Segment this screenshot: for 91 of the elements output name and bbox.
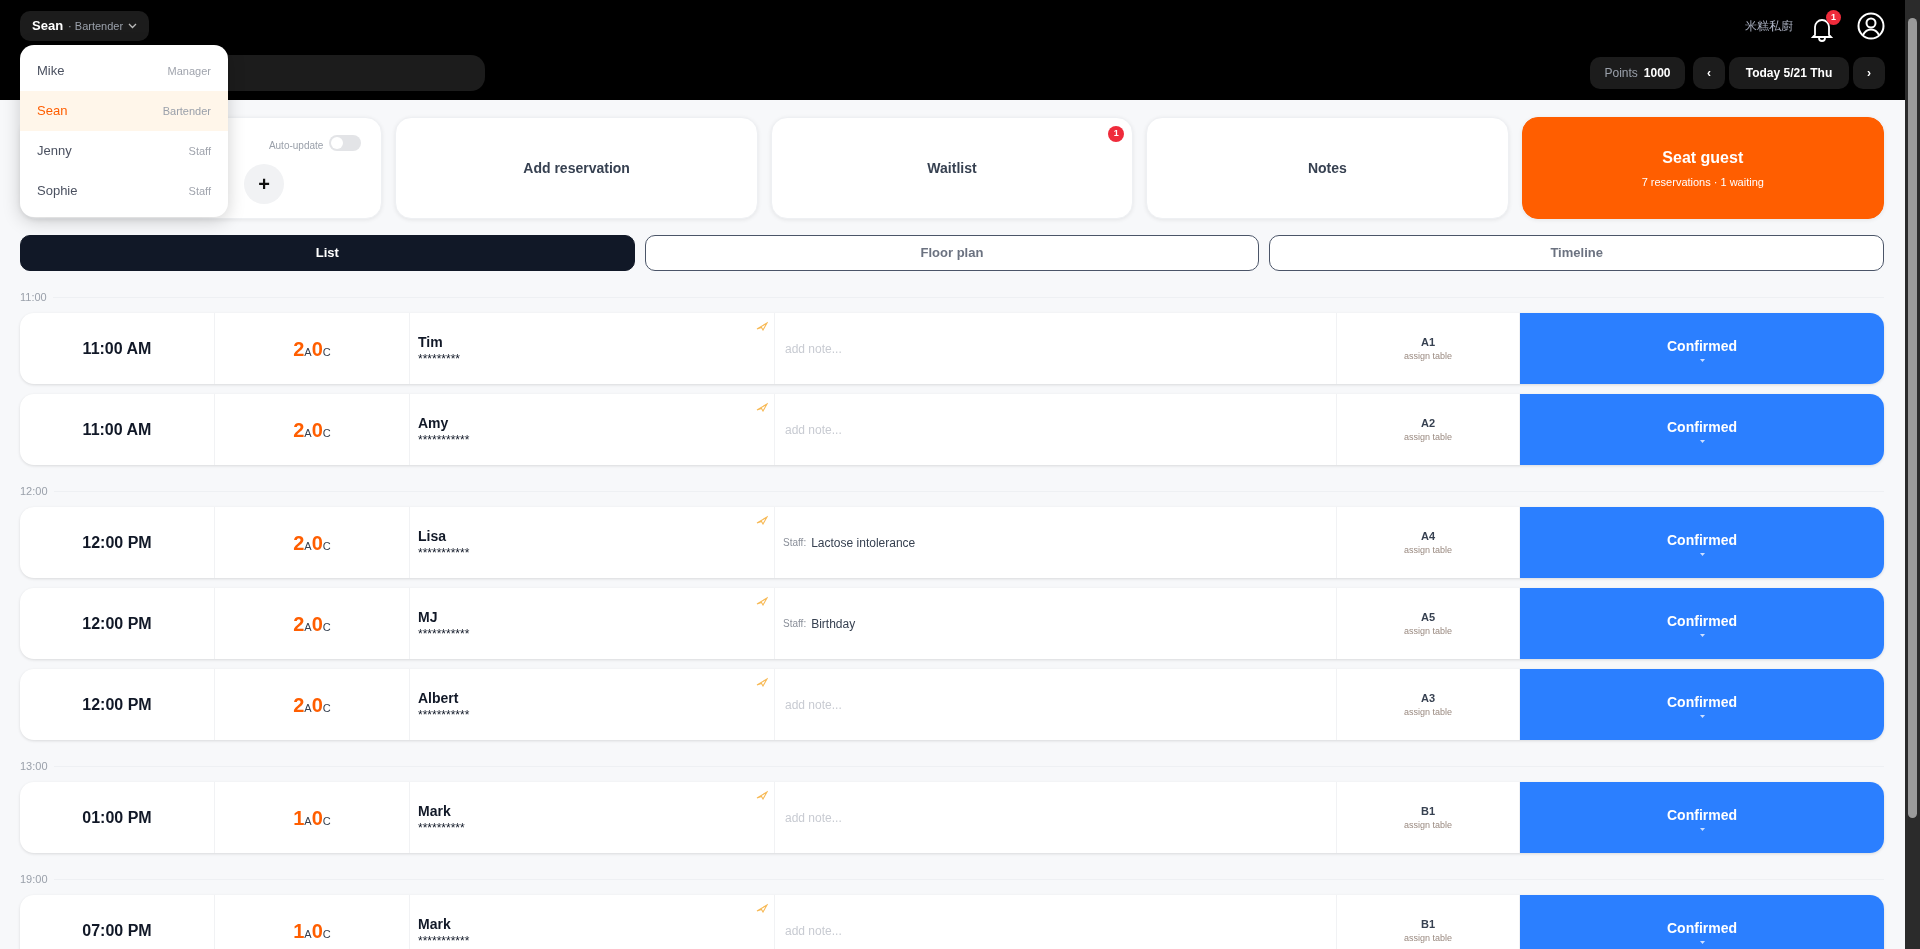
table-number: A5	[1420, 609, 1436, 625]
phone-number: ***********	[418, 709, 470, 721]
phone-number: *********	[418, 353, 461, 365]
action-button[interactable]: Add reservation	[395, 117, 758, 219]
party-size: 2A0C	[293, 611, 331, 637]
reservation-time: 12:00 PM	[82, 694, 152, 715]
assign-table-link[interactable]: assign table	[1403, 431, 1452, 445]
caret-icon	[1699, 714, 1705, 718]
caret-icon	[1699, 633, 1705, 637]
notification-button[interactable]: 1	[1809, 10, 1841, 42]
table-number: A1	[1420, 334, 1436, 350]
bell-icon	[1809, 16, 1835, 42]
hour-label: 12:00	[20, 483, 48, 499]
note-author: Staff:	[783, 536, 807, 550]
menu-item[interactable]: Jenny Staff	[20, 131, 228, 171]
party-size: 2A0C	[293, 417, 331, 443]
next-day-button[interactable]: ›	[1853, 57, 1885, 89]
scrollbar[interactable]	[1905, 0, 1920, 949]
assign-table-link[interactable]: assign table	[1403, 544, 1452, 558]
assign-table-link[interactable]: assign table	[1403, 625, 1452, 639]
reservation-time: 12:00 PM	[82, 532, 152, 553]
status-button[interactable]: Confirmed	[1520, 588, 1884, 659]
note-author: Staff:	[783, 617, 807, 631]
party-size: 1A0C	[293, 805, 331, 831]
caret-icon	[1699, 552, 1705, 556]
party-size: 2A0C	[293, 336, 331, 362]
points-display: Points 1000	[1590, 57, 1685, 89]
toggle-label: Auto-update	[268, 139, 324, 153]
hour-label: 19:00	[20, 871, 48, 887]
guest-name: Mark	[418, 915, 451, 934]
phone-number: ***********	[418, 434, 470, 446]
guest-name: Amy	[418, 414, 449, 433]
note-text: Birthday	[811, 615, 856, 633]
add-button[interactable]: +	[244, 164, 284, 204]
assign-table-link[interactable]: assign table	[1403, 819, 1452, 833]
reservation-time: 11:00 AM	[82, 419, 152, 440]
status-button[interactable]: Confirmed	[1520, 507, 1884, 578]
party-size: 1A0C	[293, 918, 331, 944]
reservation-row[interactable]: 12:00 PM 2A0C Lisa *********** Staff: Lactose intolerance A4 assign table Confirmed	[20, 507, 1884, 578]
guest-name: MJ	[418, 608, 438, 627]
status-button[interactable]: Confirmed	[1520, 313, 1884, 384]
action-button[interactable]: Waitlist 1	[770, 117, 1134, 219]
view-tab[interactable]: Timeline	[1269, 235, 1884, 271]
reservation-time: 01:00 PM	[82, 807, 152, 828]
caret-icon	[1699, 439, 1705, 443]
caret-icon	[1699, 827, 1705, 831]
table-number: A4	[1420, 528, 1436, 544]
notification-badge: 1	[1826, 10, 1841, 25]
guest-name: Mark	[418, 802, 451, 821]
reservation-time: 07:00 PM	[82, 920, 152, 941]
table-number: B1	[1420, 916, 1436, 932]
phone-number: ***********	[418, 935, 470, 947]
table-number: A3	[1420, 690, 1436, 706]
status-button[interactable]: Confirmed	[1520, 394, 1884, 465]
menu-item[interactable]: Mike Manager	[20, 51, 228, 91]
chevron-down-icon	[128, 23, 138, 29]
table-number: B1	[1420, 803, 1436, 819]
guest-name: Lisa	[418, 527, 446, 546]
caret-icon	[1699, 358, 1705, 362]
guest-name: Tim	[418, 333, 443, 352]
guest-name: Albert	[418, 689, 459, 708]
assign-table-link[interactable]: assign table	[1403, 706, 1452, 720]
note-text: Lactose intolerance	[811, 534, 916, 552]
table-number: A2	[1420, 415, 1436, 431]
phone-number: **********	[418, 822, 465, 834]
reservation-time: 11:00 AM	[82, 338, 152, 359]
account-icon	[1857, 12, 1885, 40]
view-tab[interactable]: Floor plan	[644, 235, 1260, 271]
status-button[interactable]: Confirmed	[1520, 782, 1884, 853]
hour-label: 11:00	[20, 289, 47, 305]
restaurant-name: 米糕私廚	[1745, 18, 1793, 35]
assign-table-link[interactable]: assign table	[1403, 350, 1452, 364]
user-switcher[interactable]: Sean · Bartender	[20, 11, 150, 41]
status-button[interactable]: Confirmed	[1520, 895, 1884, 949]
party-size: 2A0C	[293, 692, 331, 718]
hour-label: 13:00	[20, 758, 48, 774]
assign-table-link[interactable]: assign table	[1403, 932, 1452, 946]
phone-number: ***********	[418, 547, 470, 559]
count-badge: 1	[1108, 126, 1125, 142]
view-tab[interactable]: List	[20, 235, 635, 271]
phone-number: ***********	[418, 628, 470, 640]
reservation-row[interactable]: 12:00 PM 2A0C MJ *********** Staff: Birthday A5 assign table Confirmed	[20, 588, 1884, 659]
date-button[interactable]: Today 5/21 Thu	[1729, 57, 1849, 89]
caret-icon	[1699, 940, 1705, 944]
reservation-time: 12:00 PM	[82, 613, 152, 634]
auto-update-toggle[interactable]	[329, 135, 362, 151]
previous-day-button[interactable]: ‹	[1693, 57, 1725, 89]
menu-item[interactable]: Sophie Staff	[20, 171, 228, 211]
party-size: 2A0C	[293, 530, 331, 556]
status-button[interactable]: Confirmed	[1520, 669, 1884, 740]
action-button[interactable]: Notes	[1146, 117, 1509, 219]
